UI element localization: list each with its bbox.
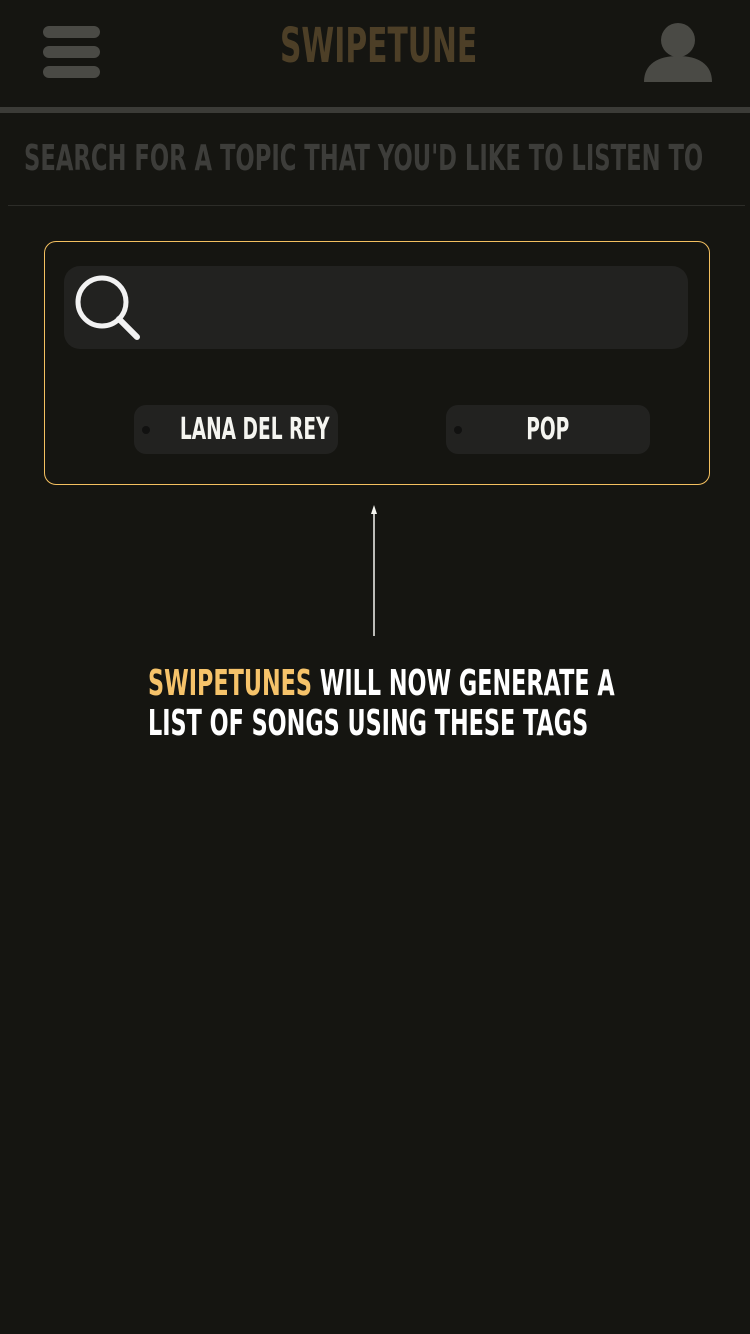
caption-highlight: SWIPETUNES — [148, 663, 312, 704]
header-divider — [0, 107, 750, 113]
app-header: SWIPETUNE — [0, 0, 750, 108]
caption-line1: WILL NOW GENERATE A — [311, 663, 615, 704]
tag-label: LANA DEL REY — [179, 412, 330, 447]
annotation-arrow — [371, 505, 377, 636]
hamburger-menu-icon[interactable] — [43, 26, 100, 78]
search-prompt: SEARCH FOR A TOPIC THAT YOU'D LIKE TO LI… — [24, 138, 704, 179]
user-profile-icon[interactable] — [643, 20, 713, 84]
tag-label: POP — [526, 412, 570, 447]
app-title: SWIPETUNE — [280, 18, 478, 74]
search-icon — [75, 275, 140, 340]
annotation-caption: SWIPETUNES WILL NOW GENERATE A LIST OF S… — [148, 663, 615, 744]
search-input[interactable] — [64, 266, 688, 349]
caption-line2: LIST OF SONGS USING THESE TAGS — [148, 703, 589, 744]
tag-chip-pop[interactable]: POP — [446, 405, 650, 454]
tag-chip-lana-del-rey[interactable]: LANA DEL REY — [134, 405, 338, 454]
search-card: LANA DEL REY POP — [44, 241, 710, 485]
prompt-divider — [8, 205, 745, 206]
